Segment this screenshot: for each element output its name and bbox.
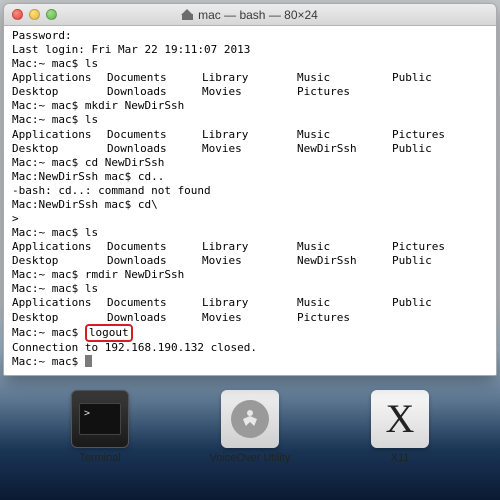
window-title: mac — bash — 80×24 [4,8,496,22]
line: > [12,212,19,225]
prompt: Mac:~ mac$ [12,226,85,239]
prompt: Mac:NewDirSsh mac$ [12,170,138,183]
error-line: -bash: cd..: command not found [12,184,211,197]
prompt: Mac:~ mac$ [12,282,85,295]
ls-row: DesktopDownloadsMoviesPictures [12,85,490,99]
prompt: Mac:~ mac$ [12,113,85,126]
command: ls [85,57,98,70]
prompt: Mac:~ mac$ [12,156,85,169]
x11-icon: X [371,390,429,448]
command: cd.. [138,170,165,183]
terminal-output[interactable]: Password: Last login: Fri Mar 22 19:11:0… [4,26,496,375]
command: cd NewDirSsh [85,156,164,169]
macos-desktop: Terminal VoiceOver Utility X X11 mac — b… [0,0,500,500]
app-label: X11 [391,452,410,464]
app-label: Terminal [79,452,121,464]
line: Last login: Fri Mar 22 19:11:07 2013 [12,43,250,56]
traffic-lights [12,9,57,20]
ls-row: ApplicationsDocumentsLibraryMusicPublic [12,71,490,85]
terminal-window[interactable]: mac — bash — 80×24 Password: Last login:… [3,3,497,376]
app-label: VoiceOver Utility [210,452,291,464]
prompt: Mac:~ mac$ [12,326,85,339]
ls-row: ApplicationsDocumentsLibraryMusicPicture… [12,128,490,142]
zoom-button[interactable] [46,9,57,20]
home-icon [182,10,193,20]
ls-row: DesktopDownloadsMoviesNewDirSshPublic [12,142,490,156]
minimize-button[interactable] [29,9,40,20]
line: Connection to 192.168.190.132 closed. [12,341,257,354]
command: cd\ [138,198,158,211]
window-titlebar[interactable]: mac — bash — 80×24 [4,4,496,26]
app-x11[interactable]: X X11 [355,390,445,464]
terminal-icon [71,390,129,448]
title-text: mac — bash — 80×24 [198,8,318,22]
prompt: Mac:~ mac$ [12,57,85,70]
applications-row: Terminal VoiceOver Utility X X11 [0,390,500,500]
command: ls [85,113,98,126]
line: Password: [12,29,72,42]
command: logout [89,326,129,339]
prompt: Mac:~ mac$ [12,99,85,112]
app-terminal[interactable]: Terminal [55,390,145,464]
voiceover-icon [221,390,279,448]
logout-highlight: logout [85,324,133,342]
ls-row: ApplicationsDocumentsLibraryMusicPicture… [12,240,490,254]
command: ls [85,282,98,295]
command: mkdir NewDirSsh [85,99,184,112]
prompt: Mac:NewDirSsh mac$ [12,198,138,211]
ls-row: DesktopDownloadsMoviesNewDirSshPublic [12,254,490,268]
command: rmdir NewDirSsh [85,268,184,281]
prompt: Mac:~ mac$ [12,268,85,281]
command: ls [85,226,98,239]
cursor-block [85,355,92,367]
ls-row: DesktopDownloadsMoviesPictures [12,311,490,325]
prompt: Mac:~ mac$ [12,355,85,368]
app-voiceover-utility[interactable]: VoiceOver Utility [205,390,295,464]
ls-row: ApplicationsDocumentsLibraryMusicPublic [12,296,490,310]
close-button[interactable] [12,9,23,20]
